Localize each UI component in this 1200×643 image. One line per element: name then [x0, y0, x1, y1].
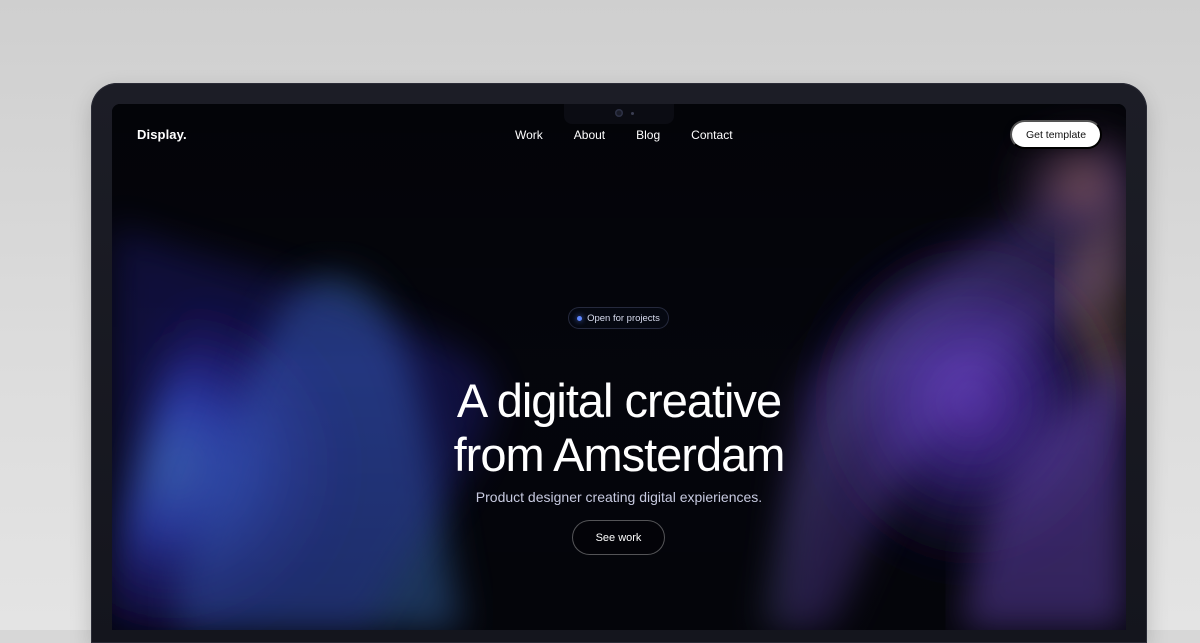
hero-headline-line-2: from Amsterdam — [292, 428, 946, 482]
see-work-button[interactable]: See work — [572, 520, 665, 555]
camera-notch — [564, 104, 674, 124]
site-logo[interactable]: Display. — [137, 127, 187, 142]
status-dot-icon — [577, 316, 582, 321]
camera-icon — [615, 109, 623, 117]
hero-section: Open for projects A digital creative fro… — [112, 104, 1126, 630]
nav-link-contact[interactable]: Contact — [691, 128, 732, 142]
nav-link-work[interactable]: Work — [515, 128, 543, 142]
hero-headline: A digital creative from Amsterdam — [292, 374, 946, 482]
hero-headline-line-1: A digital creative — [292, 374, 946, 428]
camera-light-icon — [631, 112, 634, 115]
get-template-button[interactable]: Get template — [1010, 120, 1102, 149]
nav-links: Work About Blog Contact — [515, 128, 733, 142]
hero-subtitle: Product designer creating digital expier… — [364, 489, 874, 505]
availability-badge-text: Open for projects — [587, 313, 660, 324]
nav-link-blog[interactable]: Blog — [636, 128, 660, 142]
laptop-screen: Display. Work About Blog Contact Get tem… — [112, 104, 1126, 630]
availability-badge: Open for projects — [568, 307, 669, 329]
nav-link-about[interactable]: About — [574, 128, 605, 142]
